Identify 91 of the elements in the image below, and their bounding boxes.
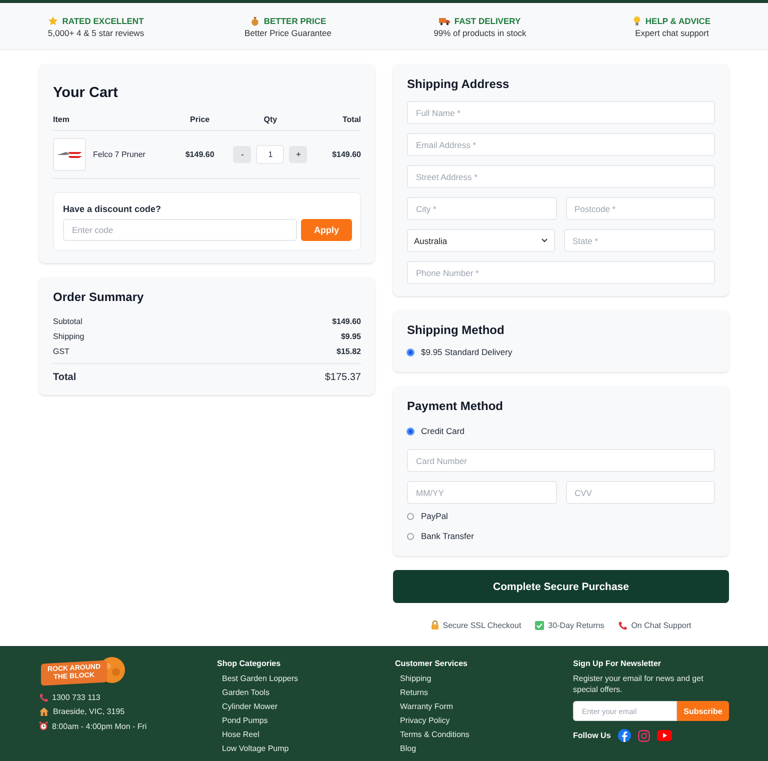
- radio-button[interactable]: [407, 428, 414, 434]
- footer-heading: Sign Up For Newsletter: [573, 659, 662, 668]
- footer-heading: Shop Categories: [217, 659, 282, 668]
- text-field[interactable]: Full Name *: [407, 101, 715, 124]
- footer-link[interactable]: Shipping: [400, 673, 573, 684]
- summary-value: $149.60: [332, 317, 361, 326]
- text-field[interactable]: State *: [564, 229, 715, 252]
- benefit-subtitle: 5,000+ 4 & 5 star reviews: [48, 28, 144, 38]
- contact-text: Braeside, VIC, 3195: [53, 707, 125, 716]
- benefit-title: FAST DELIVERY: [454, 16, 521, 26]
- column-header: Price: [180, 115, 220, 130]
- section-title: Shipping Method: [407, 323, 506, 337]
- product-thumbnail: [53, 138, 86, 171]
- benefit-subtitle: Better Price Guarantee: [244, 28, 332, 38]
- text-field[interactable]: MM/YY: [407, 481, 556, 504]
- discount-label: Have a discount code?: [63, 204, 162, 214]
- summary-label: Subtotal: [53, 317, 82, 326]
- phone-icon: [39, 693, 48, 702]
- section-title: Payment Method: [407, 399, 504, 413]
- total-value: $175.37: [324, 372, 361, 383]
- footer-link[interactable]: Cylinder Mower: [222, 701, 395, 712]
- text-field[interactable]: CVV: [566, 481, 715, 504]
- benefit-title: HELP & ADVICE: [645, 16, 711, 26]
- column-header: Qty: [220, 115, 322, 130]
- alarm-clock-icon: [39, 721, 48, 731]
- radio-button[interactable]: [407, 348, 414, 356]
- padlock-icon: [430, 620, 439, 630]
- footer-heading: Customer Services: [395, 659, 468, 668]
- text-field[interactable]: Email Address *: [407, 133, 715, 156]
- discount-code-field[interactable]: Enter code: [63, 219, 297, 241]
- trust-label: Secure SSL Checkout: [442, 620, 522, 630]
- cart-title: Your Cart: [53, 85, 119, 101]
- text-field[interactable]: Street Address *: [407, 165, 715, 188]
- total-label: Total: [53, 372, 76, 383]
- footer-link[interactable]: Returns: [400, 687, 573, 698]
- checkbox-icon: [535, 620, 544, 630]
- product-name: Felco 7 Pruner: [93, 150, 146, 159]
- radio-button[interactable]: [407, 512, 414, 520]
- truck-icon: [439, 16, 450, 26]
- follow-label: Follow Us: [573, 731, 611, 740]
- benefit-subtitle: Expert chat support: [635, 28, 709, 38]
- radio-label: Bank Transfer: [421, 531, 474, 541]
- text-field[interactable]: Card Number: [407, 449, 715, 472]
- trust-label: On Chat Support: [631, 620, 692, 630]
- quantity-field[interactable]: 1: [256, 145, 284, 164]
- purchase-button[interactable]: Complete Secure Purchase: [393, 570, 729, 603]
- facebook-icon[interactable]: [618, 729, 631, 742]
- contact-text: 1300 733 113: [52, 693, 100, 702]
- radio-label: $9.95 Standard Delivery: [421, 347, 512, 357]
- section-title: Shipping Address: [407, 77, 510, 91]
- youtube-icon[interactable]: [656, 730, 672, 741]
- radio-button[interactable]: [407, 532, 414, 540]
- footer-link[interactable]: Warranty Form: [400, 701, 573, 712]
- summary-value: $9.95: [340, 332, 361, 341]
- footer-link[interactable]: Hose Reel: [222, 729, 395, 740]
- newsletter-text: Register your email for news and get special offers.: [573, 673, 704, 695]
- summary-title: Order Summary: [53, 290, 145, 304]
- light-bulb-icon: [633, 16, 642, 26]
- footer-link[interactable]: Best Garden Loppers: [222, 673, 395, 684]
- chevron-down-icon: [540, 238, 548, 243]
- footer-link[interactable]: Pond Pumps: [222, 715, 395, 726]
- text-field[interactable]: City *: [407, 197, 556, 220]
- summary-label: GST: [53, 347, 70, 356]
- summary-label: Shipping: [53, 332, 84, 341]
- footer-link[interactable]: Low Voltage Pump: [222, 743, 395, 754]
- country-dropdown[interactable]: Australia: [407, 229, 554, 252]
- money-bag-icon: [250, 16, 260, 26]
- benefit-title: RATED EXCELLENT: [62, 16, 144, 26]
- radio-label: Credit Card: [421, 426, 464, 436]
- contact-text: 8:00am - 4:00pm Mon - Fri: [52, 722, 147, 730]
- column-header: Total: [321, 115, 361, 130]
- instagram-icon[interactable]: [638, 730, 650, 742]
- price-cell: $149.60: [180, 130, 220, 178]
- house-icon: [39, 707, 49, 716]
- phone-icon: [618, 620, 628, 630]
- text-field[interactable]: Phone Number *: [407, 261, 715, 284]
- footer-link[interactable]: Blog: [400, 743, 573, 754]
- benefit-subtitle: 99% of products in stock: [434, 28, 526, 38]
- decrease-button[interactable]: -: [233, 146, 252, 163]
- footer-link[interactable]: Garden Tools: [222, 687, 395, 698]
- radio-label: PayPal: [421, 511, 448, 521]
- total-cell: $149.60: [321, 130, 361, 178]
- benefit-title: BETTER PRICE: [264, 16, 326, 26]
- footer-link[interactable]: Terms & Conditions: [400, 729, 573, 740]
- increase-button[interactable]: +: [289, 146, 308, 163]
- star-icon: [48, 16, 58, 26]
- footer-link[interactable]: Privacy Policy: [400, 715, 573, 726]
- trust-label: 30-Day Returns: [548, 620, 604, 630]
- column-header: Item: [53, 115, 180, 130]
- text-field[interactable]: Postcode *: [566, 197, 715, 220]
- summary-value: $15.82: [336, 347, 361, 356]
